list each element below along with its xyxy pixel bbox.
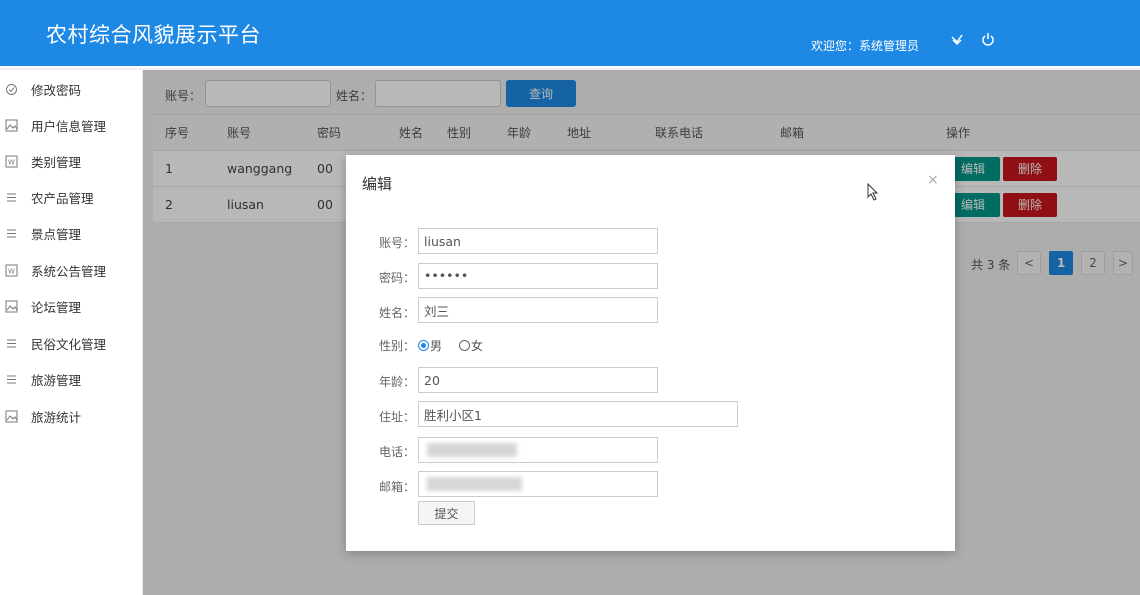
- name-label: 姓名：: [379, 306, 416, 320]
- age-label: 年龄：: [379, 375, 416, 389]
- address-label: 住址：: [379, 410, 416, 424]
- word-icon: W: [5, 155, 18, 168]
- sidebar-item-forum[interactable]: 论坛管理: [0, 288, 143, 324]
- age-field[interactable]: [418, 367, 658, 393]
- edit-dialog: 编辑 × 账号： 密码： •••••• 姓名： 性别： 男 女 年龄： 住址： …: [346, 155, 955, 551]
- mouse-cursor-icon: [867, 183, 879, 201]
- sidebar-item-label: 农产品管理: [31, 190, 94, 206]
- image-icon: [5, 119, 18, 132]
- password-label: 密码：: [379, 271, 416, 285]
- list-icon: [5, 227, 18, 240]
- sidebar-item-folk-culture[interactable]: 民俗文化管理: [0, 325, 143, 361]
- image-icon: [5, 410, 18, 423]
- address-field[interactable]: [418, 401, 738, 427]
- list-icon: [5, 373, 18, 386]
- radio-unchecked-icon: [459, 340, 470, 351]
- sidebar-item-label: 旅游管理: [31, 372, 82, 388]
- sidebar-item-label: 民俗文化管理: [31, 336, 107, 352]
- word-icon: W: [5, 264, 18, 277]
- svg-text:W: W: [8, 267, 15, 275]
- phone-field[interactable]: [418, 437, 658, 463]
- radio-checked-icon: [418, 340, 429, 351]
- sidebar-item-scenic-spots[interactable]: 景点管理: [0, 215, 143, 251]
- sidebar-item-label: 旅游统计: [31, 409, 82, 425]
- sidebar-item-label: 景点管理: [31, 226, 82, 242]
- image-icon: [5, 300, 18, 313]
- account-label: 账号：: [379, 236, 416, 250]
- gender-label: 性别：: [379, 339, 416, 353]
- welcome-text: 欢迎您：系统管理员: [811, 39, 920, 53]
- sidebar: 修改密码 用户信息管理 W 类别管理 农产品管理 景点管理 W 系统公告管理 论: [0, 70, 143, 595]
- gender-radio-female[interactable]: 女: [459, 337, 483, 354]
- submit-button[interactable]: 提交: [418, 501, 475, 525]
- theme-icon[interactable]: [948, 31, 966, 49]
- account-field[interactable]: [418, 228, 658, 254]
- sidebar-item-category[interactable]: W 类别管理: [0, 143, 143, 179]
- list-icon: [5, 337, 18, 350]
- email-field[interactable]: [418, 471, 658, 497]
- app-title: 农村综合风貌展示平台: [46, 23, 261, 47]
- email-label: 邮箱：: [379, 480, 416, 494]
- power-icon[interactable]: [979, 31, 997, 49]
- phone-label: 电话：: [379, 445, 416, 459]
- sidebar-item-change-password[interactable]: 修改密码: [0, 71, 143, 107]
- gender-option-label: 男: [430, 339, 443, 353]
- sidebar-item-announcements[interactable]: W 系统公告管理: [0, 252, 143, 288]
- password-icon: [5, 83, 18, 96]
- name-field[interactable]: [418, 297, 658, 323]
- svg-text:W: W: [8, 158, 15, 166]
- gender-radio-male[interactable]: 男: [418, 337, 442, 354]
- sidebar-item-label: 类别管理: [31, 154, 82, 170]
- sidebar-item-user-info[interactable]: 用户信息管理: [0, 107, 143, 143]
- sidebar-item-tourism[interactable]: 旅游管理: [0, 361, 143, 397]
- list-icon: [5, 191, 18, 204]
- top-header: 农村综合风貌展示平台 欢迎您：系统管理员: [0, 0, 1140, 68]
- gender-option-label: 女: [471, 339, 484, 353]
- sidebar-item-label: 系统公告管理: [31, 263, 107, 279]
- password-field[interactable]: ••••••: [418, 263, 658, 289]
- redacted-value: [427, 443, 517, 457]
- close-icon[interactable]: ×: [927, 172, 939, 188]
- sidebar-item-label: 用户信息管理: [31, 118, 107, 134]
- dialog-title: 编辑: [362, 175, 393, 193]
- redacted-value: [427, 477, 522, 491]
- sidebar-item-label: 论坛管理: [31, 299, 82, 315]
- sidebar-item-agri-products[interactable]: 农产品管理: [0, 179, 143, 215]
- sidebar-item-label: 修改密码: [31, 82, 82, 98]
- sidebar-item-tourism-stats[interactable]: 旅游统计: [0, 398, 143, 434]
